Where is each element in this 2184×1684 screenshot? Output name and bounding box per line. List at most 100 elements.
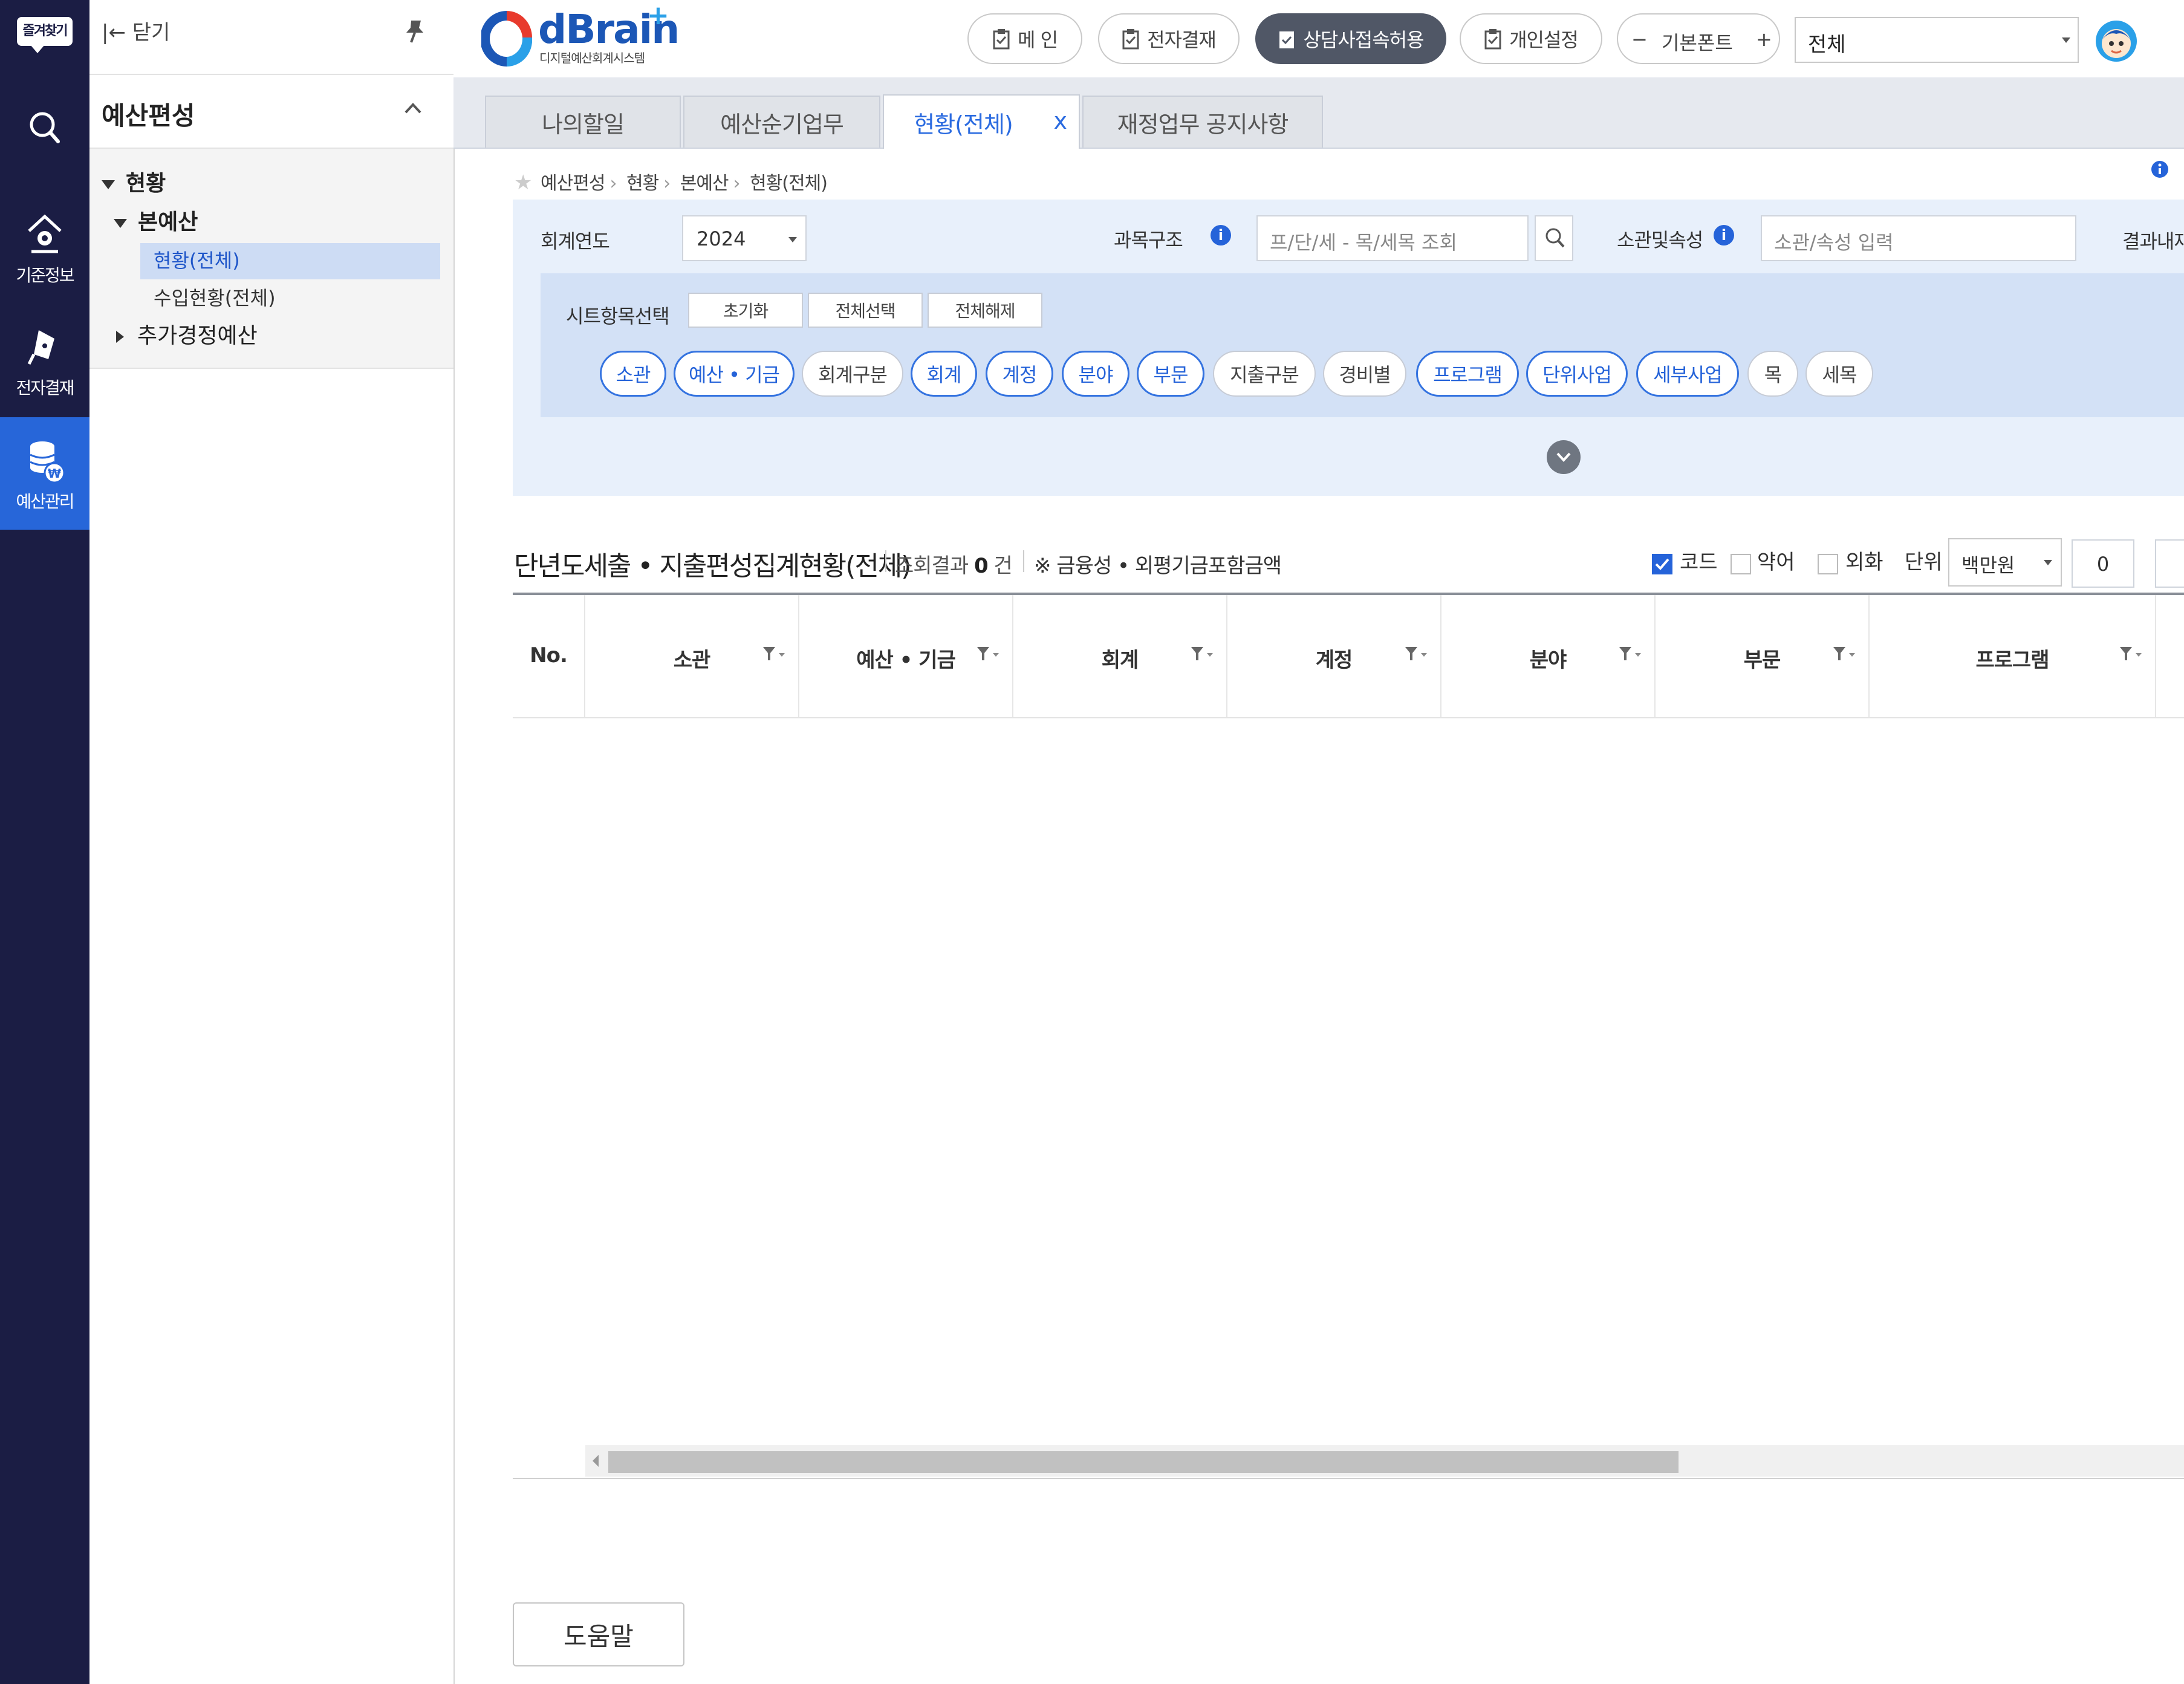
expand-panel-button[interactable] xyxy=(1547,440,1581,474)
sidebar-section-header[interactable]: 예산편성 xyxy=(89,75,453,149)
filter-icon[interactable] xyxy=(1832,646,1856,663)
tab-close-icon[interactable]: x xyxy=(1054,108,1067,134)
dept-attribute-placeholder: 소관/속성 입력 xyxy=(1774,231,1894,254)
user-avatar-icon[interactable] xyxy=(2093,16,2139,64)
code-option-label: 코드 xyxy=(1680,550,1718,574)
column-header-account[interactable]: 회계 xyxy=(1013,595,1227,717)
nav-budget-management-label: 예산관리 xyxy=(16,492,74,512)
e-approval-button[interactable]: 전자결재 xyxy=(1098,13,1240,64)
scope-select-value: 전체 xyxy=(1808,33,1846,57)
chip-item[interactable]: 목 xyxy=(1747,351,1798,397)
scrollbar-thumb[interactable] xyxy=(608,1451,1679,1473)
column-header-program[interactable]: 프로그램 xyxy=(1870,595,2156,717)
abbreviation-checkbox[interactable] xyxy=(1731,554,1751,574)
filter-icon[interactable] xyxy=(2119,646,2143,663)
chip-program[interactable]: 프로그램 xyxy=(1416,351,1519,397)
tab-status-all[interactable]: 현황(전체) x xyxy=(883,94,1080,149)
filter-icon[interactable] xyxy=(1190,646,1214,663)
star-icon[interactable]: ★ xyxy=(514,171,533,195)
tree-item-supplementary-budget[interactable]: 추가경정예산 xyxy=(116,318,258,349)
tree-item-main-budget[interactable]: 본예산 xyxy=(114,204,198,236)
font-increase-button[interactable]: + xyxy=(1756,28,1772,51)
chip-budget-fund[interactable]: 예산 • 기금 xyxy=(674,351,795,397)
clipboard-icon xyxy=(993,29,1010,50)
filter-icon[interactable] xyxy=(762,646,786,663)
clear-all-button[interactable]: 전체해제 xyxy=(928,293,1042,328)
tree-item-status-all[interactable]: 현황(전체) xyxy=(154,245,240,273)
chevron-down-icon xyxy=(2044,560,2052,565)
tab-status-all-label: 현황(전체) xyxy=(914,111,1013,138)
account-structure-input[interactable]: 프/단/세 - 목/세목 조회 xyxy=(1256,215,1529,261)
info-icon[interactable] xyxy=(2150,160,2169,179)
column-header-sector[interactable]: 부문 xyxy=(1656,595,1870,717)
code-checkbox[interactable] xyxy=(1652,554,1672,574)
grid-body[interactable] xyxy=(513,718,2184,1444)
expanded-icon xyxy=(102,180,115,189)
fiscal-year-select[interactable]: 2024 xyxy=(682,215,807,261)
account-structure-search-button[interactable] xyxy=(1535,215,1573,261)
filter-icon[interactable] xyxy=(976,646,1000,663)
account-structure-placeholder: 프/단/세 - 목/세목 조회 xyxy=(1270,231,1457,254)
horizontal-scrollbar[interactable] xyxy=(585,1445,2184,1477)
sidebar-close-button[interactable]: |← 닫기 xyxy=(102,16,170,45)
chip-ledger[interactable]: 계정 xyxy=(986,351,1053,397)
scope-select[interactable]: 전체 xyxy=(1795,17,2079,63)
clipboard-check-icon xyxy=(1279,31,1295,48)
help-button[interactable]: 도움말 xyxy=(513,1602,684,1666)
chip-sector[interactable]: 부문 xyxy=(1137,351,1204,397)
decimal-input[interactable]: 0 xyxy=(2072,539,2134,588)
scroll-left-icon[interactable] xyxy=(593,1455,599,1467)
chevron-down-icon xyxy=(788,237,797,242)
chip-account[interactable]: 회계 xyxy=(911,351,977,397)
nav-budget-management[interactable]: ₩ 예산관리 xyxy=(0,417,89,530)
unit-select[interactable]: 백만원 xyxy=(1948,538,2062,587)
nav-basic-info-label: 기준정보 xyxy=(16,265,74,285)
filter-icon[interactable] xyxy=(1618,646,1642,663)
clipboard-icon xyxy=(1484,29,1501,50)
more-options-input[interactable] xyxy=(2155,539,2184,588)
info-icon[interactable]: i xyxy=(1714,225,1734,245)
select-all-button[interactable]: 전체선택 xyxy=(808,293,923,328)
svg-text:₩: ₩ xyxy=(48,466,61,481)
tab-finance-notice[interactable]: 재정업무 공지사항 xyxy=(1082,96,1323,148)
chip-field[interactable]: 분야 xyxy=(1062,351,1129,397)
column-header-budget-fund[interactable]: 예산 • 기금 xyxy=(799,595,1013,717)
column-header-field[interactable]: 분야 xyxy=(1441,595,1656,717)
font-decrease-button[interactable]: − xyxy=(1631,28,1648,51)
sidebar-section-title: 예산편성 xyxy=(102,101,195,131)
chip-expenditure-type[interactable]: 지출구분 xyxy=(1213,351,1316,397)
tree-item-status[interactable]: 현황 xyxy=(102,166,166,197)
chip-sub-item[interactable]: 세목 xyxy=(1805,351,1873,397)
foreign-currency-checkbox[interactable] xyxy=(1818,554,1838,574)
column-header-jurisdiction[interactable]: 소관 xyxy=(585,595,799,717)
nav-basic-info[interactable]: 기준정보 xyxy=(0,191,89,304)
tab-my-tasks[interactable]: 나의할일 xyxy=(485,96,681,148)
dept-attribute-input[interactable]: 소관/속성 입력 xyxy=(1761,215,2076,261)
info-icon[interactable]: i xyxy=(1211,225,1231,245)
chevron-up-icon[interactable] xyxy=(404,102,422,115)
result-count: 조회결과 0 건 xyxy=(895,554,1013,578)
nav-search[interactable] xyxy=(0,85,89,197)
tab-budget-cycle[interactable]: 예산순기업무 xyxy=(683,96,880,148)
chip-expense[interactable]: 경비별 xyxy=(1323,351,1406,397)
expanded-icon xyxy=(114,218,127,228)
reset-button[interactable]: 초기화 xyxy=(688,293,803,328)
personal-settings-button[interactable]: 개인설정 xyxy=(1460,13,1602,64)
favorites-button[interactable]: 즐겨찾기 xyxy=(15,15,75,58)
chip-jurisdiction[interactable]: 소관 xyxy=(600,351,666,397)
clipboard-icon xyxy=(1122,29,1139,50)
column-header-ledger[interactable]: 계정 xyxy=(1227,595,1441,717)
chip-unit-project[interactable]: 단위사업 xyxy=(1526,351,1628,397)
sheet-item-panel: 시트항목선택 초기화 전체선택 전체해제 소관 예산 • 기금 회계구분 회계 … xyxy=(541,273,2184,417)
filter-icon[interactable] xyxy=(1404,646,1428,663)
column-header-no[interactable]: No. xyxy=(513,595,585,717)
unit-label: 단위 xyxy=(1905,550,1943,574)
main-button[interactable]: 메 인 xyxy=(967,13,1082,64)
tree-item-revenue-status[interactable]: 수입현황(전체) xyxy=(154,283,276,311)
abbreviation-option-label: 약어 xyxy=(1757,550,1795,574)
consultant-access-button[interactable]: 상담사접속허용 xyxy=(1255,13,1446,64)
nav-e-approval[interactable]: 전자결재 xyxy=(0,304,89,416)
pin-icon[interactable] xyxy=(403,18,427,45)
chip-account-type[interactable]: 회계구분 xyxy=(802,351,903,397)
chip-detail-project[interactable]: 세부사업 xyxy=(1636,351,1739,397)
